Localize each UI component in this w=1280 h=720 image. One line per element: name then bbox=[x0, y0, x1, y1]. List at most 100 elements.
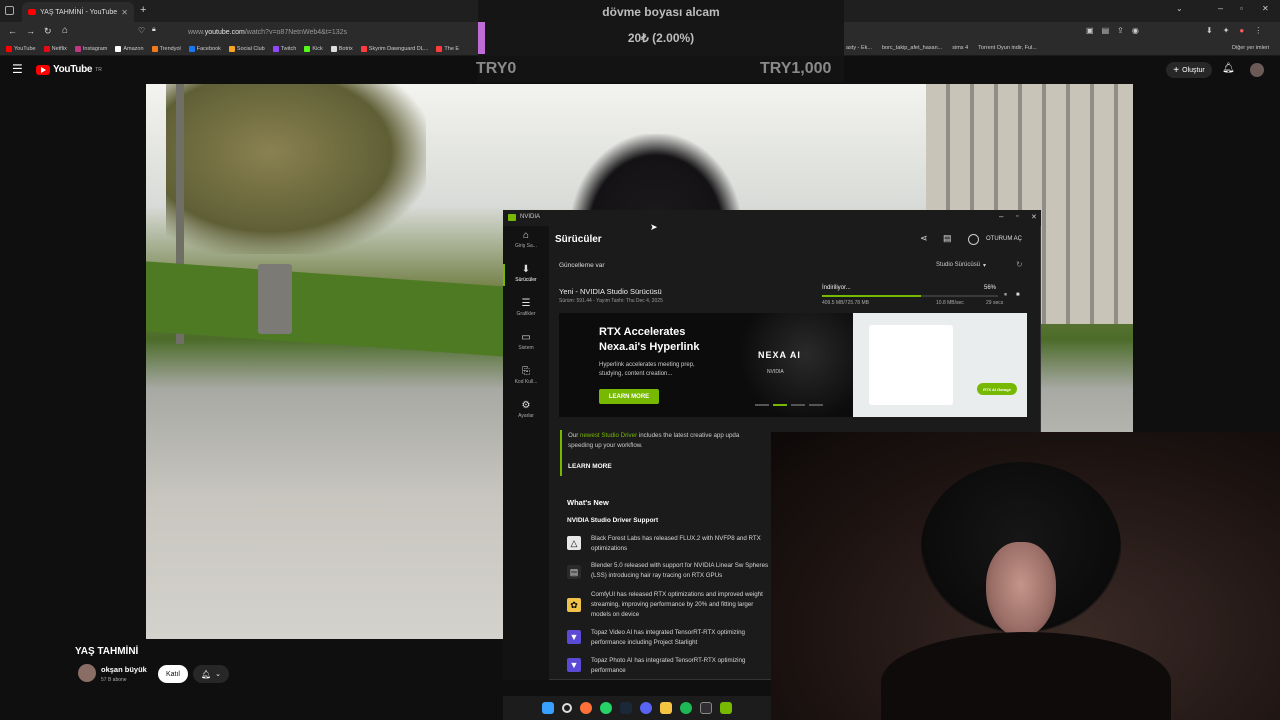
channel-name[interactable]: okşan büyük bbox=[101, 665, 147, 674]
hamburger-menu-icon[interactable]: ☰ bbox=[12, 62, 23, 76]
bookmark-twitch[interactable]: Twitch bbox=[272, 45, 296, 52]
minimize-icon[interactable]: – bbox=[1218, 3, 1223, 13]
bookmark-label: The E bbox=[444, 45, 460, 52]
chevron-down-icon: ⌄ bbox=[215, 671, 222, 678]
promo-banner[interactable]: RTX Accelerates Nexa.ai's Hyperlink Hype… bbox=[559, 313, 1027, 417]
subscribe-button[interactable]: 🔔︎ ⌄ bbox=[193, 665, 229, 683]
puzzle-icon[interactable]: ✦ bbox=[1223, 26, 1230, 35]
reader-icon[interactable]: ▤ bbox=[1102, 26, 1110, 35]
youtube-logo[interactable]: YouTube TR bbox=[36, 64, 102, 75]
bookmark-skyrim[interactable]: Skyrim Dawnguard DL... bbox=[360, 45, 428, 52]
user-icon[interactable] bbox=[968, 234, 979, 245]
bookmark-item[interactable]: borc_takip_afet_hasan... bbox=[882, 45, 942, 51]
maximize-icon[interactable]: ▫ bbox=[1240, 4, 1243, 13]
nav-label: Ayarlar bbox=[518, 413, 534, 419]
feedback-icon[interactable]: ▤ bbox=[943, 233, 952, 244]
video-title: YAŞ TAHMİNİ bbox=[75, 646, 139, 657]
create-button[interactable]: + Oluştur bbox=[1166, 62, 1212, 78]
nav-system[interactable]: ▭ Sistem bbox=[503, 332, 549, 351]
home-icon[interactable]: ⌂ bbox=[62, 25, 68, 36]
nav-drivers[interactable]: ⬇ Sürücüler bbox=[503, 264, 549, 286]
bookmark-netflix[interactable]: Netflix bbox=[43, 45, 67, 52]
login-button[interactable]: OTURUM AÇ bbox=[986, 236, 1022, 242]
share-icon[interactable]: ⇪ bbox=[1117, 26, 1124, 35]
learn-more-link[interactable]: LEARN MORE bbox=[568, 463, 612, 470]
bookmark-amazon[interactable]: Amazon bbox=[115, 45, 144, 52]
info-pre: Our bbox=[568, 432, 581, 439]
bookmark-facebook[interactable]: Facebook bbox=[188, 45, 221, 52]
share-icon[interactable]: ⋖ bbox=[920, 233, 928, 244]
new-tab-icon[interactable]: + bbox=[140, 4, 146, 16]
steam-icon[interactable] bbox=[620, 702, 632, 714]
carousel-dot-active[interactable] bbox=[773, 404, 787, 406]
nv-minimize-icon[interactable]: – bbox=[999, 212, 1003, 221]
bookmark-kick[interactable]: Kick bbox=[304, 45, 323, 52]
driver-type-value: Studio Sürücüsü bbox=[936, 262, 981, 268]
close-window-icon[interactable]: ✕ bbox=[1262, 4, 1269, 13]
bookmark-icon bbox=[6, 45, 12, 52]
bookmark-the-e[interactable]: The E bbox=[436, 45, 460, 52]
channel-avatar[interactable] bbox=[78, 664, 96, 682]
profile-icon[interactable]: ● bbox=[1239, 26, 1244, 35]
nav-redeem[interactable]: ⎘ Kod Kull... bbox=[503, 366, 549, 385]
youtube-logo-text: YouTube bbox=[53, 64, 93, 75]
avatar[interactable] bbox=[1250, 63, 1264, 77]
carousel-dot[interactable] bbox=[755, 404, 769, 406]
join-button[interactable]: Katıl bbox=[158, 665, 188, 683]
tab-search-icon[interactable]: ⌄ bbox=[1176, 4, 1183, 13]
info-link[interactable]: newest Studio Driver bbox=[580, 432, 637, 439]
carousel-dot[interactable] bbox=[809, 404, 823, 406]
banner-learn-more-button[interactable]: LEARN MORE bbox=[599, 389, 659, 404]
info-text: Our newest Studio Driver includes the la… bbox=[568, 431, 772, 451]
bookmark-icon bbox=[304, 45, 311, 52]
search-icon[interactable] bbox=[562, 703, 572, 713]
nav-settings[interactable]: ⚙ Ayarlar bbox=[503, 400, 549, 419]
bookmark-instagram[interactable]: Instagram bbox=[74, 45, 107, 52]
nv-maximize-icon[interactable]: ▫ bbox=[1016, 213, 1018, 220]
nav-graphics[interactable]: ☰ Grafikler bbox=[503, 298, 549, 317]
download-icon[interactable]: ⬇ bbox=[1206, 26, 1213, 35]
driver-type-select[interactable]: Studio Sürücüsü ▾ bbox=[936, 262, 986, 269]
menu-icon[interactable]: ⋮ bbox=[1254, 26, 1262, 35]
bookmark-item[interactable]: Torrent Oyun indir, Ful... bbox=[978, 45, 1037, 51]
discord-icon[interactable] bbox=[640, 702, 652, 714]
bookmark-folder[interactable]: sims 4 bbox=[952, 45, 968, 51]
lock-icon[interactable]: 🔒︎ bbox=[152, 26, 156, 34]
whatsapp-icon[interactable] bbox=[600, 702, 612, 714]
bookmark-trendyol[interactable]: Trendyol bbox=[151, 45, 181, 52]
extension-icon[interactable]: ▣ bbox=[1086, 26, 1094, 35]
close-tab-icon[interactable]: ✕ bbox=[121, 8, 128, 17]
notifications-icon[interactable]: 🔔︎ bbox=[1222, 63, 1235, 74]
reload-icon[interactable]: ↻ bbox=[44, 26, 52, 37]
camera-icon[interactable]: ◉ bbox=[1132, 26, 1139, 35]
carousel-dots[interactable] bbox=[755, 404, 823, 406]
spotify-icon[interactable] bbox=[680, 702, 692, 714]
tab-title: YAŞ TAHMİNİ - YouTube bbox=[40, 8, 118, 16]
stop-icon[interactable]: ■ bbox=[1016, 292, 1020, 298]
carousel-dot[interactable] bbox=[791, 404, 805, 406]
nv-close-icon[interactable]: ✕ bbox=[1031, 213, 1037, 221]
taskbar bbox=[503, 696, 771, 720]
nvidia-taskbar-icon[interactable] bbox=[720, 702, 732, 714]
pause-icon[interactable]: ⏸︎ bbox=[1004, 292, 1007, 299]
other-bookmarks[interactable]: Diğer yer imleri bbox=[1232, 45, 1269, 51]
windows-start-icon[interactable] bbox=[542, 702, 554, 714]
bookmark-item[interactable]: asty - Ek... bbox=[846, 45, 872, 51]
obs-icon[interactable] bbox=[700, 702, 712, 714]
back-icon[interactable]: ← bbox=[8, 26, 17, 36]
refresh-icon[interactable]: ↻ bbox=[1016, 260, 1023, 269]
bookmark-icon bbox=[115, 45, 122, 52]
monitor-icon: ▭ bbox=[521, 332, 531, 343]
bookmark-social-club[interactable]: Social Club bbox=[228, 45, 265, 52]
bookmark-botrix[interactable]: Botrix bbox=[330, 45, 353, 52]
bookmark-youtube[interactable]: YouTube bbox=[6, 45, 36, 52]
folder-icon[interactable] bbox=[660, 702, 672, 714]
nav-home[interactable]: ⌂ Giriş Sa... bbox=[503, 230, 549, 249]
download-speed: 10.8 MB/sec bbox=[936, 300, 964, 306]
browser-tab[interactable]: YAŞ TAHMİNİ - YouTube ✕ bbox=[22, 2, 134, 22]
security-icon[interactable]: ♡ bbox=[138, 26, 145, 35]
tab-actions-icon[interactable] bbox=[5, 6, 14, 15]
forward-icon[interactable]: → bbox=[26, 26, 35, 36]
bookmark-icon bbox=[330, 45, 337, 52]
firefox-icon[interactable] bbox=[580, 702, 592, 714]
